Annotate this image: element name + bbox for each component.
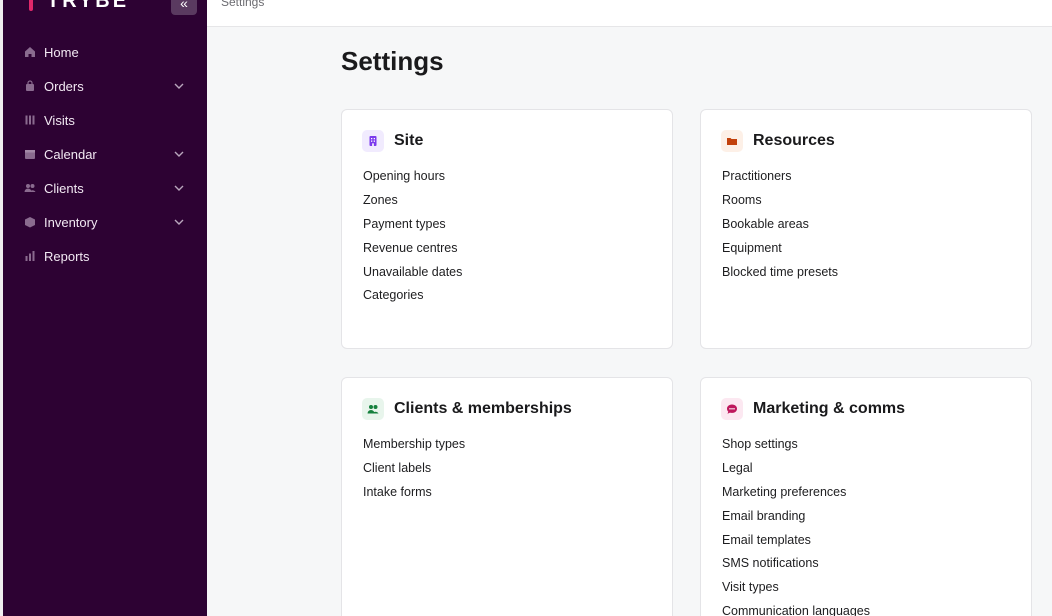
breadcrumb[interactable]: Settings (221, 0, 264, 9)
settings-link-marketing-preferences[interactable]: Marketing preferences (722, 484, 870, 508)
users-icon (362, 398, 384, 420)
settings-link-opening-hours[interactable]: Opening hours (363, 168, 462, 192)
users-icon (24, 182, 36, 194)
home-icon (24, 46, 36, 58)
chart-icon (24, 250, 36, 262)
chevron-down-icon[interactable] (173, 148, 185, 160)
sidebar-item-label: Reports (44, 248, 90, 264)
sidebar-item-orders[interactable]: Orders (3, 69, 207, 103)
card-link-list: Shop settings Legal Marketing preference… (722, 436, 870, 616)
sidebar-item-calendar[interactable]: Calendar (3, 137, 207, 171)
sidebar-item-label: Calendar (44, 146, 97, 162)
card-header: Site (362, 130, 423, 152)
bag-icon (24, 80, 36, 92)
sidebar-item-label: Inventory (44, 214, 98, 230)
settings-link-rooms[interactable]: Rooms (722, 192, 838, 216)
settings-link-unavailable-dates[interactable]: Unavailable dates (363, 264, 462, 288)
sidebar-item-inventory[interactable]: Inventory (3, 205, 207, 239)
settings-link-shop-settings[interactable]: Shop settings (722, 436, 870, 460)
chevron-down-icon[interactable] (173, 216, 185, 228)
calendar-icon (24, 148, 36, 160)
card-header: Marketing & comms (721, 398, 905, 420)
card-title: Marketing & comms (753, 400, 906, 417)
card-title: Clients & memberships (394, 400, 572, 417)
box-icon (24, 216, 36, 228)
folder-icon (721, 130, 743, 152)
building-icon (362, 130, 384, 152)
main-nav: Home Orders Visits Calendar Clients Inve… (3, 35, 207, 273)
collapse-sidebar-button[interactable]: « (171, 0, 197, 15)
chevron-down-icon[interactable] (173, 80, 185, 92)
settings-link-legal[interactable]: Legal (722, 460, 870, 484)
chevron-down-icon[interactable] (173, 182, 185, 194)
settings-link-zones[interactable]: Zones (363, 192, 462, 216)
settings-card-site: Site Opening hours Zones Payment types R… (341, 109, 673, 349)
settings-link-blocked-time-presets[interactable]: Blocked time presets (722, 264, 838, 288)
sidebar: TRYBE « Home Orders Visits Calendar Clie… (0, 0, 207, 616)
settings-link-membership-types[interactable]: Membership types (363, 436, 465, 460)
card-header: Resources (721, 130, 835, 152)
card-title: Resources (753, 132, 835, 149)
sidebar-item-label: Visits (44, 112, 75, 128)
settings-link-revenue-centres[interactable]: Revenue centres (363, 240, 462, 264)
sidebar-item-reports[interactable]: Reports (3, 239, 207, 273)
logo-mark-icon (23, 0, 37, 11)
sidebar-item-home[interactable]: Home (3, 35, 207, 69)
settings-link-client-labels[interactable]: Client labels (363, 460, 465, 484)
card-link-list: Membership types Client labels Intake fo… (363, 436, 465, 508)
settings-link-sms-notifications[interactable]: SMS notifications (722, 555, 870, 579)
chat-icon (721, 398, 743, 420)
settings-link-practitioners[interactable]: Practitioners (722, 168, 838, 192)
brand-name: TRYBE (47, 0, 130, 12)
card-link-list: Opening hours Zones Payment types Revenu… (363, 168, 462, 311)
card-link-list: Practitioners Rooms Bookable areas Equip… (722, 168, 838, 287)
settings-link-email-branding[interactable]: Email branding (722, 508, 870, 532)
double-chevron-left-icon: « (180, 0, 188, 11)
settings-link-intake-forms[interactable]: Intake forms (363, 484, 465, 508)
settings-link-visit-types[interactable]: Visit types (722, 579, 870, 603)
card-header: Clients & memberships (362, 398, 572, 420)
settings-link-email-templates[interactable]: Email templates (722, 532, 870, 556)
sidebar-item-label: Home (44, 44, 79, 60)
card-title: Site (394, 132, 424, 149)
settings-card-marketing-comms: Marketing & comms Shop settings Legal Ma… (700, 377, 1032, 616)
settings-link-payment-types[interactable]: Payment types (363, 216, 462, 240)
sidebar-item-label: Clients (44, 180, 84, 196)
settings-link-bookable-areas[interactable]: Bookable areas (722, 216, 838, 240)
settings-card-clients-memberships: Clients & memberships Membership types C… (341, 377, 673, 616)
visits-icon (24, 114, 36, 126)
settings-link-categories[interactable]: Categories (363, 287, 462, 311)
sidebar-item-clients[interactable]: Clients (3, 171, 207, 205)
top-bar: Settings (207, 0, 1052, 27)
sidebar-item-label: Orders (44, 78, 84, 94)
sidebar-item-visits[interactable]: Visits (3, 103, 207, 137)
settings-link-communication-languages[interactable]: Communication languages (722, 603, 870, 616)
settings-card-resources: Resources Practitioners Rooms Bookable a… (700, 109, 1032, 349)
page-title: Settings (341, 46, 444, 76)
settings-link-equipment[interactable]: Equipment (722, 240, 838, 264)
brand-logo[interactable]: TRYBE (23, 0, 129, 13)
